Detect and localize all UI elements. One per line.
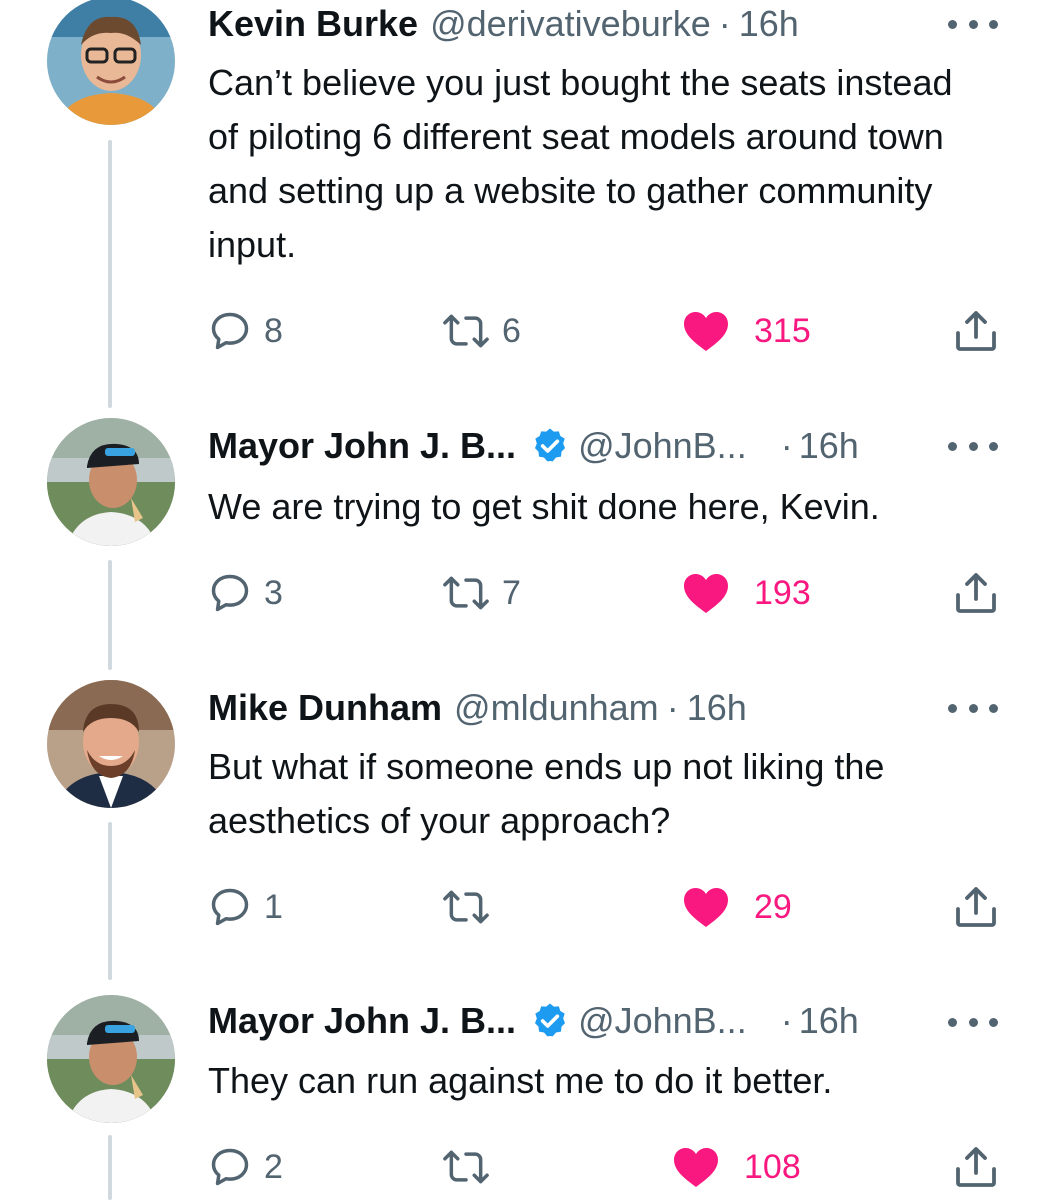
like-count: 315	[754, 311, 811, 350]
tweet-text: We are trying to get shit done here, Kev…	[208, 486, 880, 527]
heart-icon	[674, 1148, 718, 1187]
tweet-header: Kevin Burke @derivativeburke · 16h	[208, 2, 988, 46]
more-icon[interactable]	[948, 698, 998, 718]
like-button[interactable]: 193	[682, 568, 811, 618]
reply-button[interactable]: 8	[208, 306, 283, 356]
timestamp[interactable]: 16h	[687, 686, 747, 730]
display-name[interactable]: Kevin Burke	[208, 2, 418, 46]
verified-badge-icon	[530, 426, 570, 466]
tweet-text: Can’t believe you just bought the seats …	[208, 62, 953, 265]
share-icon	[956, 311, 996, 351]
avatar[interactable]	[47, 995, 175, 1123]
like-button[interactable]: 29	[682, 882, 792, 932]
retweet-icon	[443, 890, 489, 924]
share-icon	[956, 1147, 996, 1187]
action-bar: 3 7 193	[208, 568, 1003, 618]
heart-icon	[684, 574, 728, 613]
thread-line	[108, 140, 112, 408]
reply-button[interactable]: 1	[208, 882, 283, 932]
reply-icon	[211, 888, 249, 926]
reply-count: 1	[264, 887, 283, 926]
tweet-text: They can run against me to do it better.	[208, 1060, 833, 1101]
separator-dot: ·	[780, 1000, 793, 1041]
action-bar: 2 108	[208, 1142, 1003, 1192]
tweet-text: But what if someone ends up not liking t…	[208, 746, 885, 841]
like-count: 108	[744, 1147, 801, 1186]
handle[interactable]: @JohnB...	[578, 999, 747, 1043]
share-button[interactable]	[952, 882, 1000, 932]
more-icon[interactable]	[948, 14, 998, 34]
action-bar: 8 6 315	[208, 306, 1003, 356]
separator-dot: ·	[718, 3, 731, 44]
avatar[interactable]	[47, 680, 175, 808]
timestamp[interactable]: 16h	[799, 999, 859, 1043]
verified-badge-icon	[530, 1001, 570, 1041]
share-icon	[956, 887, 996, 927]
reply-count: 3	[264, 573, 283, 612]
share-button[interactable]	[952, 1142, 1000, 1192]
more-icon[interactable]	[948, 1012, 998, 1032]
handle[interactable]: @derivativeburke	[430, 2, 711, 46]
display-name[interactable]: Mike Dunham	[208, 686, 442, 730]
retweet-count: 6	[502, 311, 521, 350]
tweet-header: Mike Dunham @mldunham · 16h	[208, 686, 988, 730]
action-bar: 1 29	[208, 882, 1003, 932]
retweet-button[interactable]	[442, 1142, 502, 1192]
thread-line	[108, 560, 112, 670]
share-icon	[956, 573, 996, 613]
like-button[interactable]: 315	[682, 306, 811, 356]
share-button[interactable]	[952, 306, 1000, 356]
display-name[interactable]: Mayor John J. B...	[208, 424, 516, 468]
heart-icon	[684, 888, 728, 927]
like-button[interactable]: 108	[672, 1142, 801, 1192]
retweet-button[interactable]	[442, 882, 502, 932]
reply-button[interactable]: 3	[208, 568, 283, 618]
tweet-header: Mayor John J. B... @JohnB... · 16h	[208, 999, 988, 1043]
reply-count: 2	[264, 1147, 283, 1186]
retweet-button[interactable]: 7	[442, 568, 521, 618]
timestamp[interactable]: 16h	[799, 424, 859, 468]
retweet-button[interactable]: 6	[442, 306, 521, 356]
more-icon[interactable]	[948, 436, 998, 456]
avatar[interactable]	[47, 418, 175, 546]
retweet-icon	[443, 1150, 489, 1184]
reply-count: 8	[264, 311, 283, 350]
reply-icon	[211, 1148, 249, 1186]
reply-icon	[211, 312, 249, 350]
reply-icon	[211, 574, 249, 612]
reply-button[interactable]: 2	[208, 1142, 283, 1192]
handle[interactable]: @JohnB...	[578, 424, 747, 468]
separator-dot: ·	[780, 425, 793, 466]
thread-line	[108, 822, 112, 980]
separator-dot: ·	[666, 687, 679, 728]
timestamp[interactable]: 16h	[739, 2, 799, 46]
retweet-count: 7	[502, 573, 521, 612]
display-name[interactable]: Mayor John J. B...	[208, 999, 516, 1043]
like-count: 193	[754, 573, 811, 612]
heart-icon	[684, 312, 728, 351]
retweet-icon	[443, 314, 489, 348]
tweet-header: Mayor John J. B... @JohnB... · 16h	[208, 424, 988, 468]
retweet-icon	[443, 576, 489, 610]
avatar[interactable]	[47, 0, 175, 125]
share-button[interactable]	[952, 568, 1000, 618]
handle[interactable]: @mldunham	[454, 686, 659, 730]
thread-line	[108, 1135, 112, 1200]
like-count: 29	[754, 887, 792, 926]
